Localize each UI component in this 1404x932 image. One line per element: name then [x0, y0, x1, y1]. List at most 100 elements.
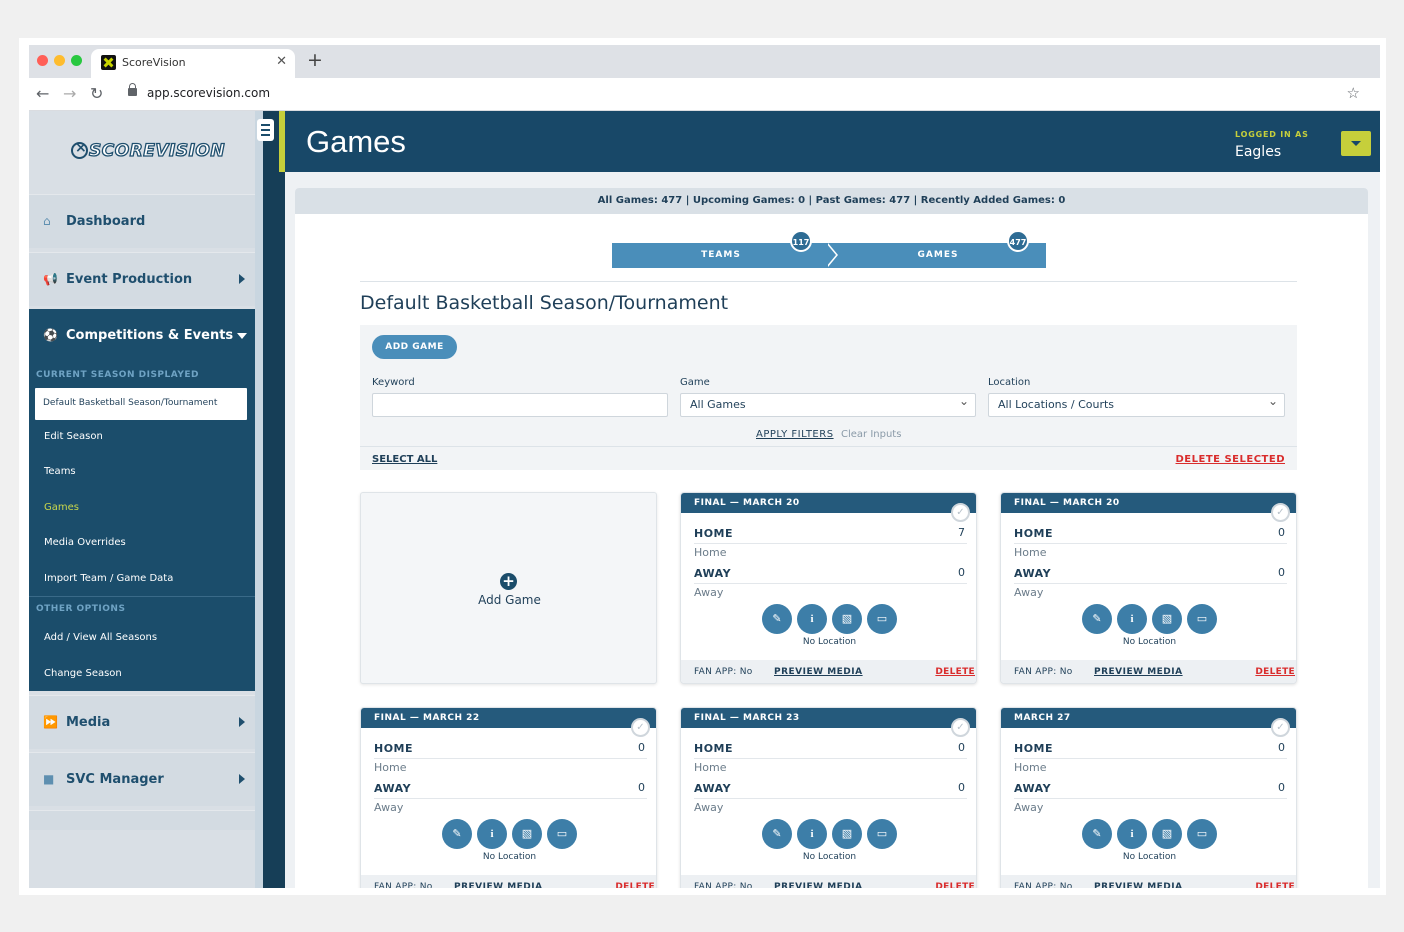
season-title: Default Basketball Season/Tournament — [360, 292, 729, 314]
user-menu-dropdown-button[interactable] — [1341, 131, 1371, 156]
home-team-name: Home — [694, 761, 727, 774]
image-icon[interactable]: ▧ — [512, 819, 542, 849]
location-label: Location — [988, 377, 1031, 388]
monitor-icon[interactable]: ▭ — [1187, 819, 1217, 849]
away-score: 0 — [1278, 781, 1285, 794]
away-score: 0 — [958, 781, 965, 794]
preview-media-link[interactable]: PREVIEW MEDIA — [774, 660, 863, 683]
info-icon[interactable]: i — [797, 604, 827, 634]
add-game-card[interactable]: + Add Game — [360, 492, 657, 684]
location-select[interactable]: All Locations / Courts — [988, 390, 1285, 417]
sidebar-item-games[interactable]: Games — [44, 502, 79, 513]
keyword-input[interactable] — [372, 393, 668, 417]
select-checkbox-icon[interactable]: ✓ — [951, 718, 970, 737]
sidebar-item-label: Dashboard — [66, 214, 146, 229]
caret-right-icon — [239, 774, 245, 784]
apply-filters-link[interactable]: APPLY FILTERS — [756, 429, 834, 440]
tab-title: ScoreVision — [122, 56, 186, 69]
minimize-window-button[interactable] — [54, 55, 65, 66]
sidebar-item-event-production[interactable]: 📢 Event Production — [29, 252, 255, 306]
delete-game-link[interactable]: DELETE — [1255, 660, 1295, 683]
fan-app-status: FAN APP: No — [1014, 882, 1073, 888]
image-icon[interactable]: ▧ — [832, 819, 862, 849]
image-icon[interactable]: ▧ — [1152, 604, 1182, 634]
game-card-header: MARCH 27 — [1001, 708, 1296, 728]
logo[interactable]: SCOREVISION — [29, 111, 255, 194]
sidebar-item-dashboard[interactable]: ⌂ Dashboard — [29, 194, 255, 248]
preview-media-link[interactable]: PREVIEW MEDIA — [774, 875, 863, 888]
select-checkbox-icon[interactable]: ✓ — [1271, 503, 1290, 522]
select-checkbox-icon[interactable]: ✓ — [951, 503, 970, 522]
new-tab-icon[interactable]: + — [307, 50, 323, 70]
sidebar-item-svc-manager[interactable]: ■ SVC Manager — [29, 752, 255, 806]
sidebar-item-label: Event Production — [66, 272, 193, 287]
home-score: 7 — [958, 526, 965, 539]
sidebar-item-competitions-events[interactable]: ⚽ Competitions & Events — [29, 309, 255, 363]
game-select[interactable]: All Games — [680, 390, 976, 417]
address-bar: ← → ↻ app.scorevision.com ☆ — [29, 78, 1380, 111]
megaphone-icon: 📢 — [43, 272, 58, 286]
away-label: AWAY — [374, 782, 412, 795]
select-checkbox-icon[interactable]: ✓ — [631, 718, 650, 737]
select-all-link[interactable]: SELECT ALL — [372, 454, 437, 465]
info-icon[interactable]: i — [1117, 819, 1147, 849]
bookmark-star-icon[interactable]: ☆ — [1347, 84, 1360, 102]
sidebar-item-view-seasons[interactable]: Add / View All Seasons — [44, 632, 157, 643]
forward-arrow-icon[interactable]: → — [63, 84, 76, 103]
preview-media-link[interactable]: PREVIEW MEDIA — [1094, 875, 1183, 888]
sidebar-item-media-overrides[interactable]: Media Overrides — [44, 537, 126, 548]
sidebar-item-change-season[interactable]: Change Season — [44, 668, 122, 679]
divider — [360, 281, 1297, 282]
delete-selected-link[interactable]: DELETE SELECTED — [1176, 454, 1286, 465]
close-window-button[interactable] — [37, 55, 48, 66]
url-input[interactable]: app.scorevision.com — [147, 86, 270, 100]
home-label: HOME — [1014, 527, 1054, 540]
monitor-icon[interactable]: ▭ — [1187, 604, 1217, 634]
sidebar-item-label: Media — [66, 715, 111, 730]
away-row: AWAY 0 — [374, 781, 647, 799]
maximize-window-button[interactable] — [71, 55, 82, 66]
delete-game-link[interactable]: DELETE — [935, 660, 975, 683]
games-panel: All Games: 477 | Upcoming Games: 0 | Pas… — [295, 188, 1368, 888]
back-arrow-icon[interactable]: ← — [36, 84, 49, 103]
clear-inputs-link[interactable]: Clear Inputs — [841, 429, 901, 440]
page-title: Games — [306, 124, 406, 159]
sidebar-item-media[interactable]: ⏩ Media — [29, 695, 255, 749]
delete-game-link[interactable]: DELETE — [1255, 875, 1295, 888]
monitor-icon[interactable]: ▭ — [547, 819, 577, 849]
edit-icon[interactable]: ✎ — [762, 819, 792, 849]
select-checkbox-icon[interactable]: ✓ — [1271, 718, 1290, 737]
edit-icon[interactable]: ✎ — [442, 819, 472, 849]
home-team-name: Home — [694, 546, 727, 559]
image-icon[interactable]: ▧ — [832, 604, 862, 634]
image-icon[interactable]: ▧ — [1152, 819, 1182, 849]
delete-game-link[interactable]: DELETE — [935, 875, 975, 888]
delete-game-link[interactable]: DELETE — [615, 875, 655, 888]
sidebar-item-teams[interactable]: Teams — [44, 466, 76, 477]
home-row: HOME 7 — [694, 526, 967, 544]
game-card-1: FINAL — MARCH 20 ✓ HOME 7 Home AWAY 0 Aw… — [680, 492, 977, 684]
info-icon[interactable]: i — [797, 819, 827, 849]
game-card-3: FINAL — MARCH 22 ✓ HOME 0 Home AWAY 0 Aw… — [360, 707, 657, 888]
info-icon[interactable]: i — [477, 819, 507, 849]
edit-icon[interactable]: ✎ — [1082, 819, 1112, 849]
preview-media-link[interactable]: PREVIEW MEDIA — [454, 875, 543, 888]
keyword-label: Keyword — [372, 377, 415, 388]
hamburger-menu-icon[interactable] — [257, 119, 274, 141]
away-row: AWAY 0 — [694, 781, 967, 799]
close-tab-icon[interactable]: ✕ — [276, 54, 287, 69]
edit-icon[interactable]: ✎ — [762, 604, 792, 634]
sidebar-item-edit-season[interactable]: Edit Season — [44, 431, 103, 442]
preview-media-link[interactable]: PREVIEW MEDIA — [1094, 660, 1183, 683]
sidebar-item-import-data[interactable]: Import Team / Game Data — [44, 573, 173, 584]
away-team-name: Away — [374, 801, 404, 814]
current-season-item[interactable]: Default Basketball Season/Tournament — [35, 388, 247, 420]
fast-forward-icon: ⏩ — [43, 715, 58, 729]
monitor-icon[interactable]: ▭ — [867, 604, 897, 634]
info-icon[interactable]: i — [1117, 604, 1147, 634]
add-game-button[interactable]: ADD GAME — [372, 335, 457, 359]
reload-icon[interactable]: ↻ — [90, 84, 103, 103]
browser-tab[interactable]: ScoreVision ✕ — [91, 49, 295, 78]
edit-icon[interactable]: ✎ — [1082, 604, 1112, 634]
monitor-icon[interactable]: ▭ — [867, 819, 897, 849]
